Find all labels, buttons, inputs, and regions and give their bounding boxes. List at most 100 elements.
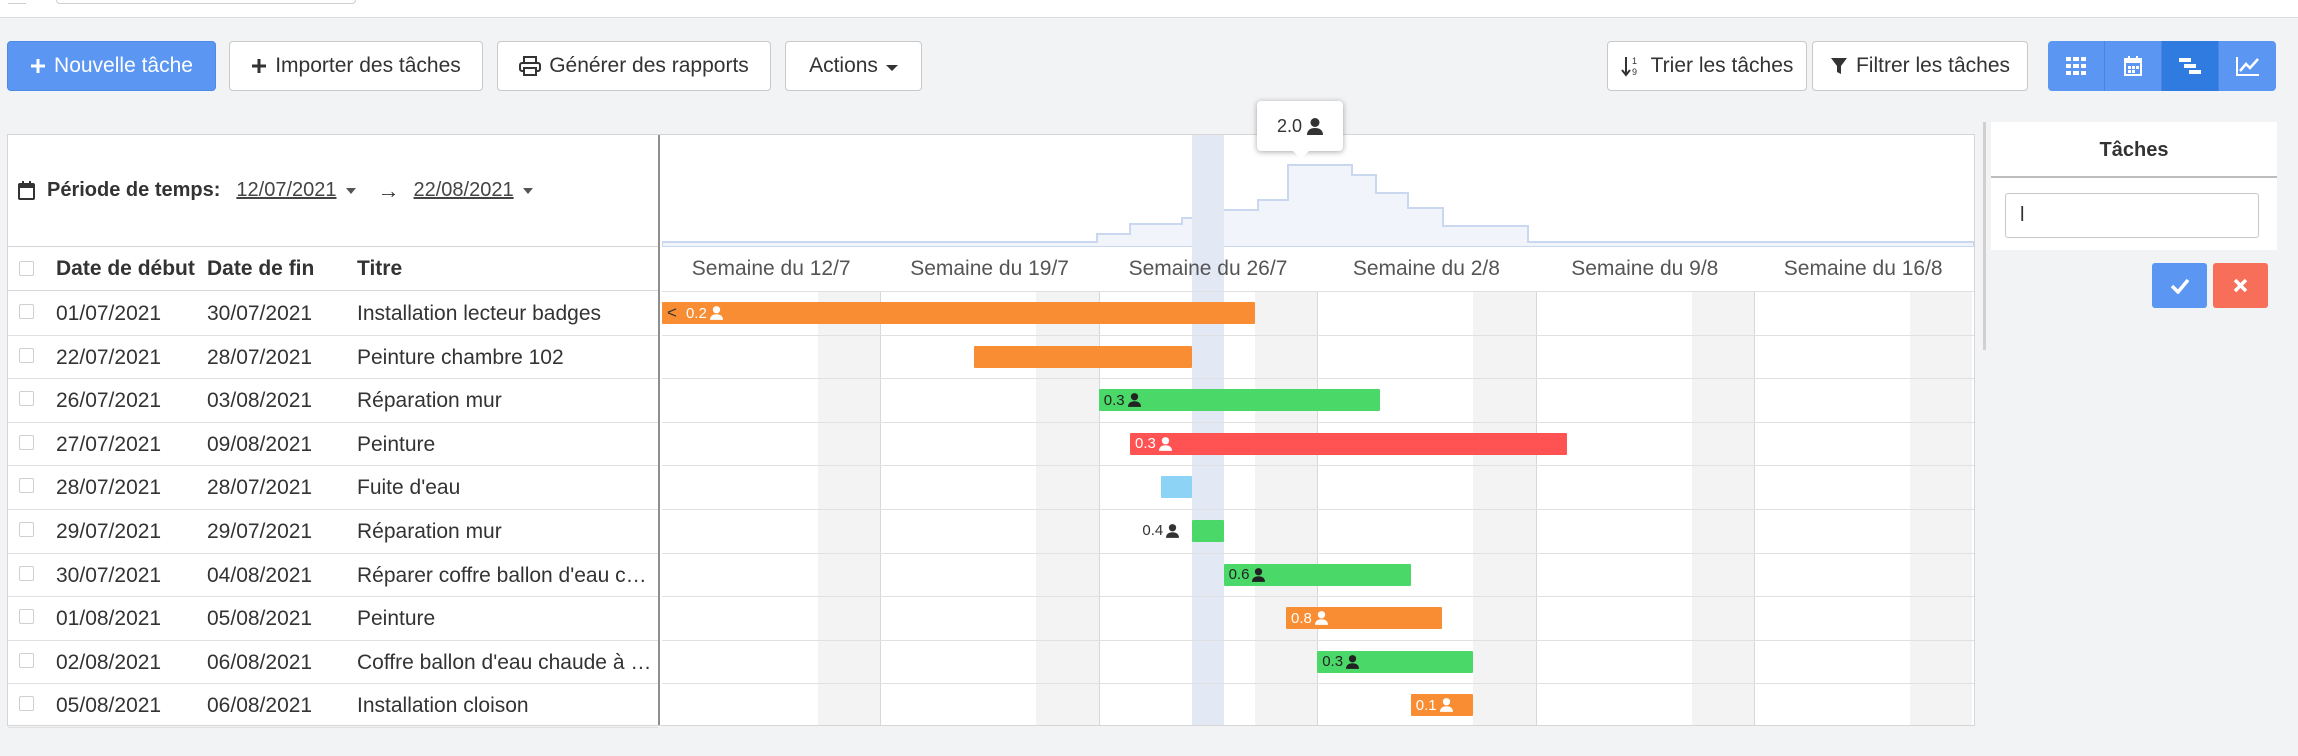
generate-reports-button[interactable]: Générer des rapports: [497, 41, 771, 91]
confirm-button[interactable]: [2152, 263, 2207, 308]
week-header: Semaine du 16/8: [1783, 257, 1943, 280]
print-icon: [519, 56, 542, 76]
close-icon: [2233, 278, 2248, 293]
task-row[interactable]: 26/07/2021 03/08/2021 Réparation mur: [8, 379, 658, 423]
task-row[interactable]: 01/07/2021 30/07/2021 Installation lecteur…: [8, 292, 658, 336]
task-row[interactable]: 02/08/2021 06/08/2021 Coffre ballon d'eau …: [8, 641, 658, 685]
new-task-button[interactable]: Nouvelle tâche: [7, 41, 216, 91]
task-bar[interactable]: [974, 345, 1193, 368]
column-end-date[interactable]: Date de fin: [207, 247, 314, 291]
task-end-date: 06/08/2021: [207, 694, 313, 718]
row-checkbox[interactable]: [19, 478, 34, 494]
task-grid: Période de temps: 12/07/2021 → 22/08/202…: [8, 135, 660, 728]
select-all-checkbox[interactable]: [19, 261, 34, 276]
workload-tooltip: 2.0: [1257, 101, 1343, 159]
cancel-button[interactable]: [2213, 263, 2268, 308]
week-header: Semaine du 9/8: [1571, 257, 1719, 280]
gantt-view-button[interactable]: [2162, 41, 2219, 91]
calendar-icon: [2124, 56, 2142, 76]
column-start-date[interactable]: Date de début: [56, 247, 195, 291]
task-end-date: 05/08/2021: [207, 607, 313, 631]
task-search-input[interactable]: [2005, 193, 2259, 238]
user-icon: [1314, 611, 1328, 626]
task-start-date: 29/07/2021: [56, 520, 162, 543]
workload-value: 0.8: [1291, 609, 1312, 627]
caret-down-icon[interactable]: [345, 187, 356, 194]
row-checkbox[interactable]: [19, 565, 34, 581]
workload-value: 0.1: [1415, 696, 1437, 714]
tasks-filter-panel: Tâches: [1991, 122, 2277, 250]
row-divider: [662, 596, 1974, 598]
task-row[interactable]: 30/07/2021 04/08/2021 Réparer coffre ballo…: [8, 554, 658, 598]
filter-icon: [1830, 58, 1847, 74]
task-bar[interactable]: 0.3: [1317, 650, 1474, 673]
row-checkbox[interactable]: [19, 434, 34, 450]
row-checkbox[interactable]: [19, 696, 34, 712]
calendar-view-button[interactable]: [2105, 41, 2162, 91]
check-icon: [2170, 278, 2189, 294]
top-input-stub[interactable]: [56, 0, 356, 4]
workload-value: 0.6: [1228, 566, 1250, 584]
row-divider: [662, 683, 1974, 685]
row-checkbox[interactable]: [19, 347, 34, 363]
task-row[interactable]: 27/07/2021 09/08/2021 Peinture: [8, 423, 658, 467]
task-row[interactable]: 05/08/2021 06/08/2021 Installation cloison: [8, 684, 658, 728]
header-border: [662, 291, 1974, 292]
line-chart-icon: [2235, 57, 2259, 76]
today-highlight: [1192, 135, 1224, 725]
actions-dropdown[interactable]: Actions: [785, 41, 922, 91]
row-checkbox[interactable]: [19, 391, 34, 407]
gantt-icon: [2179, 58, 2201, 74]
row-checkbox[interactable]: [19, 304, 34, 319]
import-tasks-button[interactable]: Importer des tâches: [229, 41, 483, 91]
plus-icon: [31, 59, 46, 73]
row-checkbox[interactable]: [19, 652, 34, 668]
chart-view-button[interactable]: [2219, 41, 2276, 91]
task-start-date: 01/07/2021: [56, 302, 162, 325]
task-bar[interactable]: 0.3: [1130, 432, 1567, 455]
task-start-date: 26/07/2021: [56, 389, 162, 413]
filter-tasks-button[interactable]: Filtrer les tâches: [1812, 41, 2028, 91]
week-header: Semaine du 12/7: [691, 257, 851, 280]
task-bar[interactable]: 0.3: [1098, 389, 1380, 412]
task-title: Réparation mur: [357, 389, 502, 413]
user-icon: [1439, 698, 1453, 713]
sort-icon: 19: [1620, 56, 1637, 77]
row-checkbox[interactable]: [19, 609, 34, 625]
task-bar[interactable]: 0.1: [1410, 694, 1474, 717]
row-divider: [662, 552, 1974, 554]
workload-histogram: [662, 135, 1974, 248]
task-row[interactable]: 29/07/2021 29/07/2021 Réparation mur: [8, 510, 658, 554]
task-title: Fuite d'eau: [357, 476, 461, 500]
sort-tasks-button[interactable]: 19 Trier les tâches: [1607, 41, 1807, 91]
task-bar[interactable]: 0.8: [1286, 607, 1442, 630]
task-end-date: 28/07/2021: [207, 345, 313, 369]
task-bar[interactable]: [1161, 476, 1193, 499]
svg-text:1: 1: [1632, 56, 1637, 66]
column-title[interactable]: Titre: [357, 247, 653, 291]
task-bar[interactable]: [1192, 520, 1224, 542]
user-icon: [1252, 567, 1266, 582]
week-header: Semaine du 19/7: [910, 257, 1069, 280]
row-divider: [662, 639, 1974, 641]
task-end-date: 04/08/2021: [207, 563, 313, 587]
period-end-date[interactable]: 22/08/2021: [414, 179, 514, 202]
timeline: Semaine du 12/7 Semaine du 19/7 Semaine du…: [662, 135, 1974, 725]
grid-view-button[interactable]: [2048, 41, 2105, 91]
user-icon: [1307, 117, 1324, 135]
workload-value: 0.4: [1142, 522, 1164, 539]
period-label: Période de temps:: [47, 179, 221, 201]
panel-title: Tâches: [1991, 122, 2277, 178]
task-row[interactable]: 01/08/2021 05/08/2021 Peinture: [8, 597, 658, 641]
task-row[interactable]: 28/07/2021 28/07/2021 Fuite d'eau: [8, 466, 658, 510]
task-bar[interactable]: <0.2: [662, 302, 1255, 324]
caret-down-icon[interactable]: [522, 187, 533, 194]
period-start-date[interactable]: 12/07/2021: [236, 179, 336, 202]
column-headers: Date de début Date de fin Titre: [8, 247, 658, 291]
panel-resize-handle[interactable]: [1983, 122, 1986, 350]
task-bar[interactable]: 0.6: [1223, 563, 1411, 586]
task-end-date: 28/07/2021: [207, 476, 313, 500]
row-checkbox[interactable]: [19, 522, 34, 537]
task-row[interactable]: 22/07/2021 28/07/2021 Peinture chambre 102: [8, 336, 658, 380]
task-start-date: 28/07/2021: [56, 476, 162, 500]
